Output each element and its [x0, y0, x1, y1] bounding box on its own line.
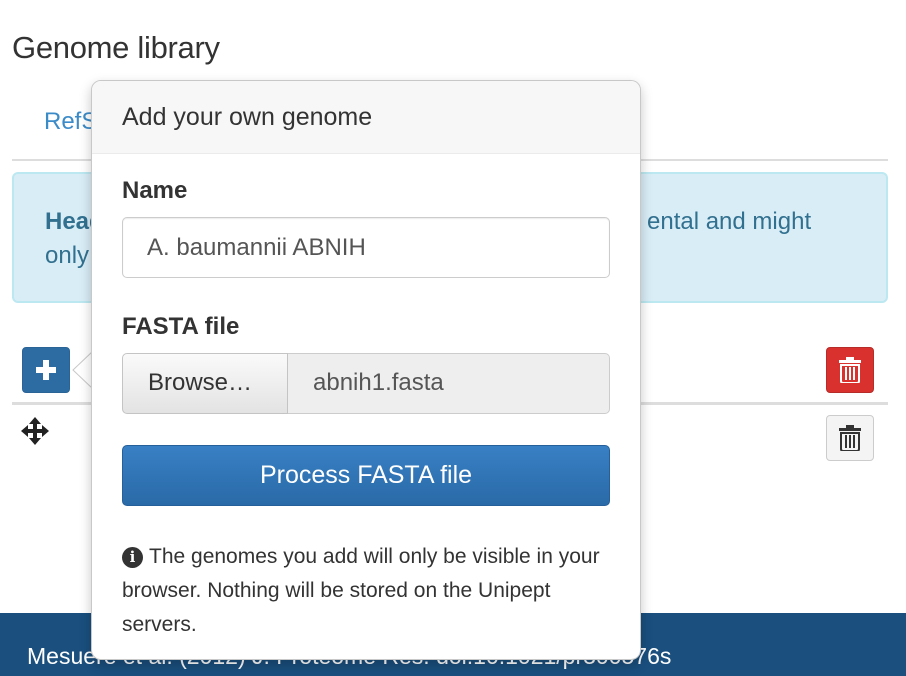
- delete-row-button[interactable]: [826, 415, 874, 461]
- info-icon: i: [122, 547, 143, 568]
- genome-name-input[interactable]: [122, 217, 610, 278]
- add-genome-button[interactable]: [22, 347, 70, 393]
- alert-text: ental and might: [647, 208, 812, 235]
- popover-title: Add your own genome: [122, 103, 373, 131]
- move-icon[interactable]: [20, 416, 50, 446]
- add-genome-popover: Add your own genome Name FASTA file Brow…: [91, 80, 641, 660]
- selected-file-name: abnih1.fasta: [288, 353, 610, 414]
- plus-icon: [36, 360, 56, 380]
- browse-button[interactable]: Browse…: [122, 353, 288, 414]
- fasta-file-label: FASTA file: [122, 313, 240, 340]
- storage-notice-text: The genomes you add will only be visible…: [122, 545, 600, 636]
- popover-header: Add your own genome: [92, 81, 640, 154]
- alert-text-line2: only: [45, 242, 90, 269]
- storage-notice: i The genomes you add will only be visibl…: [122, 540, 612, 642]
- process-fasta-button[interactable]: Process FASTA file: [122, 445, 610, 506]
- name-label: Name: [122, 177, 188, 204]
- fasta-file-picker: Browse… abnih1.fasta: [122, 353, 610, 414]
- trash-icon: [839, 425, 861, 451]
- trash-icon: [839, 357, 861, 383]
- delete-button[interactable]: [826, 347, 874, 393]
- page-title: Genome library: [12, 30, 220, 65]
